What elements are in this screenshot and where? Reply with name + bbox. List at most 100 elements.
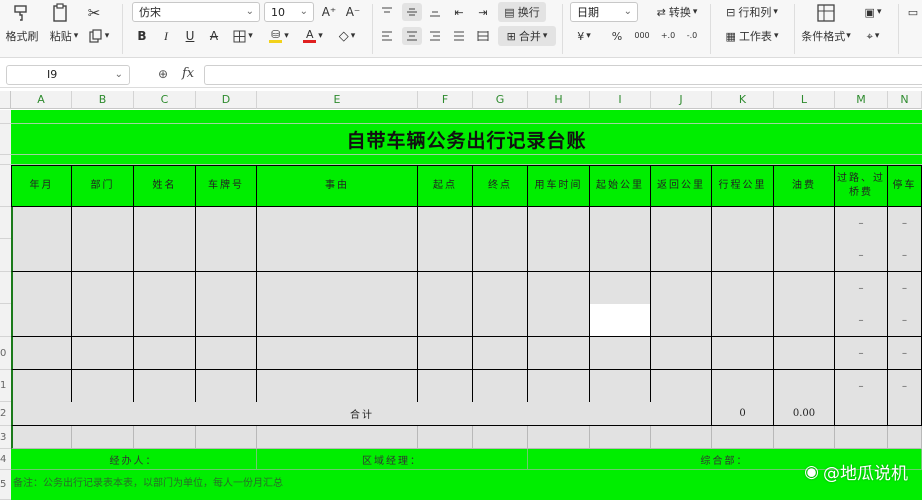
table-cell[interactable] bbox=[473, 239, 528, 272]
row-header[interactable] bbox=[0, 207, 11, 239]
underline-button[interactable]: U bbox=[182, 28, 198, 44]
align-right-button[interactable] bbox=[426, 28, 444, 44]
table-cell[interactable] bbox=[473, 304, 528, 337]
increase-decimal-icon[interactable]: +.0 bbox=[658, 28, 678, 44]
table-cell[interactable] bbox=[11, 426, 72, 449]
table-cell[interactable] bbox=[528, 337, 590, 370]
table-cell[interactable] bbox=[774, 207, 835, 240]
table-cell[interactable] bbox=[257, 239, 418, 272]
table-cell[interactable] bbox=[11, 272, 72, 305]
table-cell[interactable] bbox=[418, 272, 473, 305]
worksheet-button[interactable]: ▦ 工作表 ▾ bbox=[716, 27, 788, 45]
row-header[interactable]: 4 bbox=[0, 449, 11, 470]
merge-button[interactable]: ⊞ 合并 ▾ bbox=[498, 26, 556, 46]
table-cell[interactable] bbox=[257, 337, 418, 370]
table-cell[interactable] bbox=[590, 272, 651, 305]
column-title[interactable]: 车牌号 bbox=[196, 165, 257, 207]
table-cell[interactable] bbox=[196, 426, 257, 449]
table-cell[interactable] bbox=[473, 272, 528, 305]
row-header[interactable]: 5 bbox=[0, 470, 11, 500]
conditional-format-button[interactable]: 条件格式 ▾ bbox=[798, 29, 854, 43]
table-cell[interactable] bbox=[134, 304, 196, 337]
column-title[interactable]: 部门 bbox=[72, 165, 134, 207]
font-color-button[interactable]: A ▾ bbox=[298, 27, 328, 45]
table-cell[interactable] bbox=[712, 337, 774, 370]
column-title[interactable]: 过路、过桥费 bbox=[835, 165, 888, 207]
table-cell[interactable]: – bbox=[835, 272, 888, 305]
table-cell[interactable] bbox=[11, 370, 72, 403]
table-cell[interactable]: – bbox=[888, 304, 922, 337]
number-format-select[interactable]: 日期 ⌄ bbox=[570, 2, 638, 22]
table-cell[interactable] bbox=[196, 239, 257, 272]
table-cell[interactable] bbox=[774, 370, 835, 403]
table-cell[interactable] bbox=[774, 304, 835, 337]
table-cell[interactable] bbox=[528, 304, 590, 337]
table-cell[interactable] bbox=[418, 239, 473, 272]
column-title[interactable]: 油费 bbox=[774, 165, 835, 207]
table-cell[interactable] bbox=[196, 304, 257, 337]
table-cell[interactable] bbox=[651, 370, 712, 403]
column-header[interactable]: I bbox=[590, 91, 651, 109]
table-cell[interactable] bbox=[134, 207, 196, 240]
table-cell[interactable] bbox=[774, 239, 835, 272]
sheet-title[interactable]: 自带车辆公务出行记录台账 bbox=[11, 124, 922, 155]
column-header[interactable]: J bbox=[651, 91, 712, 109]
select-all-corner[interactable] bbox=[0, 91, 11, 109]
table-cell[interactable] bbox=[134, 426, 196, 449]
table-cell[interactable] bbox=[11, 207, 72, 240]
table-cell[interactable] bbox=[590, 370, 651, 403]
column-header[interactable]: B bbox=[72, 91, 134, 109]
table-cell[interactable] bbox=[418, 426, 473, 449]
row-header[interactable] bbox=[0, 155, 11, 165]
selected-cell[interactable] bbox=[590, 304, 651, 337]
column-title[interactable]: 起始公里 bbox=[590, 165, 651, 207]
table-cell[interactable]: – bbox=[835, 207, 888, 240]
convert-button[interactable]: ⇄ 转换 ▾ bbox=[646, 3, 708, 21]
table-cell[interactable] bbox=[528, 207, 590, 240]
conditional-format-icon[interactable] bbox=[814, 2, 838, 24]
fill-series-button[interactable]: ▣ ▾ bbox=[858, 3, 888, 21]
table-cell[interactable] bbox=[72, 239, 134, 272]
total-km-cell[interactable]: 0 bbox=[712, 402, 774, 426]
table-cell[interactable] bbox=[418, 304, 473, 337]
table-cell[interactable] bbox=[712, 207, 774, 240]
table-cell[interactable] bbox=[528, 426, 590, 449]
align-center-button[interactable] bbox=[402, 27, 422, 45]
table-cell[interactable] bbox=[473, 337, 528, 370]
row-header[interactable] bbox=[0, 304, 11, 337]
table-cell[interactable] bbox=[257, 370, 418, 403]
column-header[interactable]: N bbox=[888, 91, 922, 109]
paste-icon[interactable] bbox=[50, 2, 72, 24]
column-header[interactable]: D bbox=[196, 91, 257, 109]
table-cell[interactable] bbox=[134, 370, 196, 403]
table-cell[interactable] bbox=[590, 337, 651, 370]
table-cell[interactable] bbox=[651, 239, 712, 272]
table-cell[interactable] bbox=[257, 272, 418, 305]
table-cell[interactable] bbox=[72, 370, 134, 403]
table-cell[interactable] bbox=[473, 207, 528, 240]
table-cell[interactable] bbox=[651, 272, 712, 305]
table-cell[interactable] bbox=[11, 337, 72, 370]
table-cell[interactable] bbox=[712, 370, 774, 403]
freeze-button[interactable]: ⌖ ▾ bbox=[858, 27, 888, 45]
table-cell[interactable] bbox=[590, 239, 651, 272]
total-label-cell[interactable]: 合计 bbox=[11, 402, 712, 426]
table-cell[interactable]: – bbox=[835, 239, 888, 272]
table-cell[interactable]: – bbox=[888, 337, 922, 370]
distributed-button[interactable] bbox=[474, 28, 492, 44]
column-header[interactable]: G bbox=[473, 91, 528, 109]
zoom-icon[interactable]: ⊕ bbox=[158, 67, 168, 81]
row-header[interactable] bbox=[0, 239, 11, 272]
rows-cols-button[interactable]: ⊟ 行和列 ▾ bbox=[716, 3, 788, 21]
table-cell[interactable] bbox=[196, 370, 257, 403]
column-header[interactable]: E bbox=[257, 91, 418, 109]
column-title[interactable]: 返回公里 bbox=[651, 165, 712, 207]
table-cell[interactable] bbox=[651, 337, 712, 370]
table-cell[interactable] bbox=[72, 304, 134, 337]
table-cell[interactable] bbox=[774, 426, 835, 449]
percent-button[interactable]: % bbox=[608, 28, 626, 44]
table-cell[interactable] bbox=[888, 402, 922, 426]
column-title[interactable]: 停车 bbox=[888, 165, 922, 207]
table-cell[interactable] bbox=[196, 207, 257, 240]
justify-button[interactable] bbox=[450, 28, 468, 44]
